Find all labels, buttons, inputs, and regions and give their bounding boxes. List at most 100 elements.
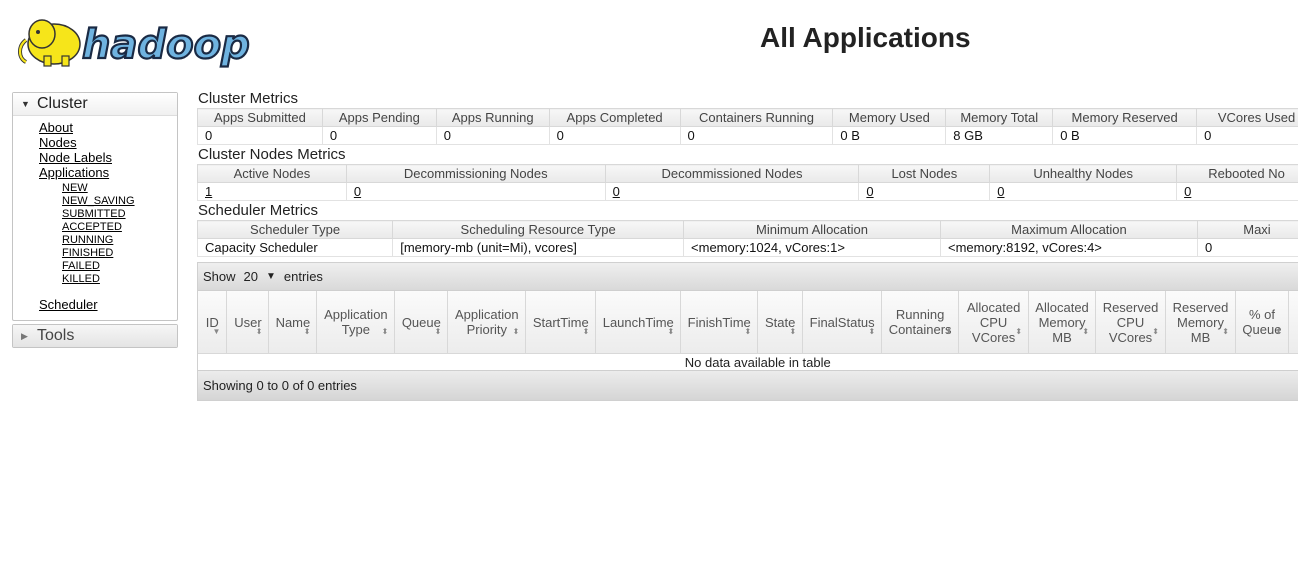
decommissioned-nodes-link[interactable]: 0 <box>613 184 620 199</box>
metric-value: 0 <box>197 126 323 145</box>
column-header-state[interactable]: State ⬍ <box>757 291 804 354</box>
column-header: Memory Used <box>832 108 947 127</box>
column-header-finishtime[interactable]: FinishTime ⬍ <box>680 291 759 354</box>
nav-link-state-new[interactable]: NEW <box>62 182 88 194</box>
metric-value: 0 <box>1196 238 1298 257</box>
column-header-application-type[interactable]: Application Type ⬍ <box>316 291 396 354</box>
active-nodes-link[interactable]: 1 <box>205 184 212 199</box>
tools-panel-label: Tools <box>37 327 75 344</box>
column-header-queue[interactable]: Queue ⬍ <box>394 291 449 354</box>
sort-icon: ⬍ <box>512 327 520 336</box>
nav-link-state-new-saving[interactable]: NEW_SAVING <box>62 195 135 207</box>
column-header-allocated-cpu-vcores[interactable]: Allocated CPU VCores ⬍ <box>958 291 1030 354</box>
nav-link-about[interactable]: About <box>39 120 73 135</box>
column-header: Decommissioning Nodes <box>345 164 606 183</box>
page-size-select[interactable]: 20 ▼ <box>242 263 278 290</box>
column-header-reserved-cpu-vcores[interactable]: Reserved CPU VCores ⬍ <box>1095 291 1166 354</box>
sort-icon: ⬍ <box>434 327 442 336</box>
nav-link-applications[interactable]: Applications <box>39 165 109 180</box>
sort-desc-icon: ▼ <box>212 327 221 336</box>
sort-icon: ⬍ <box>667 327 675 336</box>
nav-link-state-finished[interactable]: FINISHED <box>62 247 113 259</box>
unhealthy-nodes-link[interactable]: 0 <box>997 184 1004 199</box>
table-info: Showing 0 to 0 of 0 entries <box>198 370 1298 400</box>
table-row: 1 0 0 0 0 0 <box>197 182 1298 201</box>
column-header-allocated-memory-mb[interactable]: Allocated Memory MB ⬍ <box>1028 291 1097 354</box>
column-header: Maxi <box>1196 220 1298 239</box>
metric-value: 0 <box>321 126 437 145</box>
main-content: Cluster Metrics Apps Submitted Apps Pend… <box>197 90 1298 401</box>
scheduler-metrics-table: Scheduler Type Scheduling Resource Type … <box>197 220 1298 257</box>
column-header-overflow[interactable] <box>1288 291 1298 354</box>
column-header: Minimum Allocation <box>683 220 941 239</box>
metric-value: 0 <box>679 126 834 145</box>
triangle-down-icon: ▼ <box>21 99 30 109</box>
metric-value: 0 <box>548 126 681 145</box>
table-header-row: Active Nodes Decommissioning Nodes Decom… <box>197 164 1298 183</box>
nav-link-state-running[interactable]: RUNNING <box>62 234 113 246</box>
sort-icon: ⬍ <box>303 327 311 336</box>
column-header: Memory Reserved <box>1052 108 1198 127</box>
decommissioning-nodes-link[interactable]: 0 <box>354 184 361 199</box>
column-header-user[interactable]: User ⬍ <box>226 291 270 354</box>
sort-icon: ⬍ <box>1275 327 1282 336</box>
sort-icon: ⬍ <box>789 327 797 336</box>
metric-value: 0 <box>1196 126 1298 145</box>
sort-icon: ⬍ <box>582 327 590 336</box>
page-size-value: 20 <box>243 269 258 284</box>
column-header: Unhealthy Nodes <box>989 164 1178 183</box>
sort-icon: ⬍ <box>744 327 752 336</box>
column-header: Rebooted No <box>1176 164 1298 183</box>
hadoop-logo-image: hadoop <box>18 19 251 69</box>
column-header-id[interactable]: ID ▼ <box>198 291 228 354</box>
metric-value: 0 B <box>832 126 947 145</box>
nav-link-nodes[interactable]: Nodes <box>39 135 77 150</box>
column-header-percent-of-queue[interactable]: % of Queue ⬍ <box>1235 291 1289 354</box>
cluster-menu: About Nodes Node Labels Applications NEW… <box>13 116 177 320</box>
column-header: Lost Nodes <box>858 164 991 183</box>
nav-link-node-labels[interactable]: Node Labels <box>39 150 112 165</box>
column-header-application-priority[interactable]: Application Priority ⬍ <box>447 291 527 354</box>
sort-icon: ⬍ <box>868 327 876 336</box>
table-length-control: Show 20 ▼ entries <box>198 263 1298 291</box>
column-header-running-containers[interactable]: Running Containers ⬍ <box>881 291 960 354</box>
app-state-menu: NEW NEW_SAVING SUBMITTED ACCEPTED RUNNIN… <box>39 182 177 286</box>
column-header: Memory Total <box>945 108 1054 127</box>
column-header-launchtime[interactable]: LaunchTime ⬍ <box>595 291 682 354</box>
column-header: Active Nodes <box>197 164 347 183</box>
scheduler-metrics-title: Scheduler Metrics <box>198 202 319 219</box>
tools-panel-header[interactable]: ▶ Tools <box>13 325 177 347</box>
column-header: Decommissioned Nodes <box>604 164 860 183</box>
entries-label: entries <box>283 269 323 284</box>
nav-link-state-killed[interactable]: KILLED <box>62 273 100 285</box>
rebooted-nodes-link[interactable]: 0 <box>1184 184 1191 199</box>
nav-link-state-submitted[interactable]: SUBMITTED <box>62 208 126 220</box>
cluster-metrics-table: Apps Submitted Apps Pending Apps Running… <box>197 108 1298 145</box>
logo-wordmark: hadoop <box>82 22 250 68</box>
nav-link-state-accepted[interactable]: ACCEPTED <box>62 221 122 233</box>
column-header: Apps Running <box>435 108 550 127</box>
cluster-panel: ▼ Cluster About Nodes Node Labels Applic… <box>12 92 178 321</box>
column-header-reserved-memory-mb[interactable]: Reserved Memory MB ⬍ <box>1165 291 1236 354</box>
column-header: Scheduling Resource Type <box>392 220 685 239</box>
column-header: VCores Used <box>1196 108 1298 127</box>
metric-value: 0 B <box>1052 126 1198 145</box>
cluster-metrics-title: Cluster Metrics <box>198 90 299 107</box>
cluster-panel-header[interactable]: ▼ Cluster <box>13 93 177 116</box>
metric-value: 0 <box>435 126 550 145</box>
column-header-finalstatus[interactable]: FinalStatus ⬍ <box>802 291 883 354</box>
sort-icon: ⬍ <box>1222 327 1229 336</box>
column-header-name[interactable]: Name ⬍ <box>268 291 318 354</box>
lost-nodes-link[interactable]: 0 <box>866 184 873 199</box>
column-header-starttime[interactable]: StartTime ⬍ <box>525 291 597 354</box>
metric-value: [memory-mb (unit=Mi), vcores] <box>392 238 685 257</box>
table-header-row: ID ▼ User ⬍ Name ⬍ Application Type ⬍ Queue ⬍… <box>198 291 1298 354</box>
table-row: 0 0 0 0 0 0 B 8 GB 0 B 0 <box>197 126 1298 145</box>
table-row: No data available in table <box>198 354 1298 371</box>
sort-icon: ⬍ <box>381 327 389 336</box>
nodes-metrics-table: Active Nodes Decommissioning Nodes Decom… <box>197 164 1298 201</box>
nav-link-state-failed[interactable]: FAILED <box>62 260 100 272</box>
dropdown-arrow-icon: ▼ <box>266 271 276 282</box>
cluster-panel-label: Cluster <box>37 95 88 112</box>
nav-link-scheduler[interactable]: Scheduler <box>39 297 98 312</box>
